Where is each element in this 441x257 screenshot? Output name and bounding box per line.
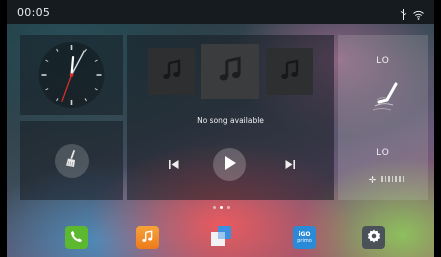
skip-previous-icon [169, 154, 179, 173]
page-indicator [213, 206, 230, 209]
broom-icon [64, 150, 80, 172]
play-icon [224, 155, 236, 174]
fan-level-bar [381, 175, 383, 182]
album-cover-current[interactable] [201, 44, 259, 99]
page-dot[interactable] [220, 206, 223, 209]
fan-level-bars [381, 175, 405, 182]
music-note-icon [217, 56, 244, 87]
play-button[interactable] [213, 148, 246, 181]
status-icons [400, 5, 424, 24]
music-note-icon [161, 59, 183, 85]
igo-navigation-icon: iGO primo [297, 230, 312, 244]
igo-label-top: iGO [298, 230, 311, 238]
album-cover-next[interactable] [266, 48, 313, 95]
music-widget: No song available [127, 35, 334, 200]
page-dot[interactable] [227, 206, 230, 209]
phone-icon [70, 228, 83, 247]
clean-button[interactable] [55, 144, 89, 178]
fan-level-bar [384, 175, 387, 182]
screen-mirror-app-button[interactable] [209, 224, 233, 252]
gear-icon [367, 228, 381, 247]
igo-label-bottom: primo [297, 237, 312, 244]
music-app-button[interactable] [136, 226, 159, 249]
previous-track-button[interactable] [165, 154, 183, 172]
driver-temperature: LO [376, 56, 390, 66]
climate-widget[interactable]: LO LO [338, 35, 428, 200]
settings-app-button[interactable] [362, 226, 385, 249]
wifi-icon [413, 5, 424, 24]
music-icon [141, 228, 154, 247]
now-playing-text: No song available [197, 116, 264, 125]
fan-speed [368, 169, 405, 188]
clock-widget[interactable] [20, 35, 123, 115]
screen-mirror-icon [209, 224, 233, 252]
page-dot[interactable] [213, 206, 216, 209]
seat-airflow-icon [372, 80, 399, 118]
fan-level-bar [402, 175, 405, 182]
phone-app-button[interactable] [65, 226, 88, 249]
memory-cleaner-widget [20, 121, 123, 200]
status-bar: 00:05 [7, 0, 434, 24]
navigation-app-button[interactable]: iGO primo [293, 226, 316, 249]
fan-level-bar [398, 175, 401, 182]
home-screen: 00:05 No song available LO LO iGO primo [7, 0, 434, 257]
skip-next-icon [285, 154, 295, 173]
fan-level-bar [388, 175, 390, 182]
next-track-button[interactable] [281, 154, 299, 172]
usb-icon [400, 5, 407, 24]
fan-icon [368, 169, 377, 188]
analog-clock [38, 42, 105, 108]
passenger-temperature: LO [376, 148, 390, 158]
music-note-icon [279, 59, 301, 85]
album-cover-previous[interactable] [148, 48, 195, 95]
status-time: 00:05 [17, 6, 51, 19]
fan-level-bar [391, 175, 394, 182]
fan-level-bar [395, 175, 397, 182]
